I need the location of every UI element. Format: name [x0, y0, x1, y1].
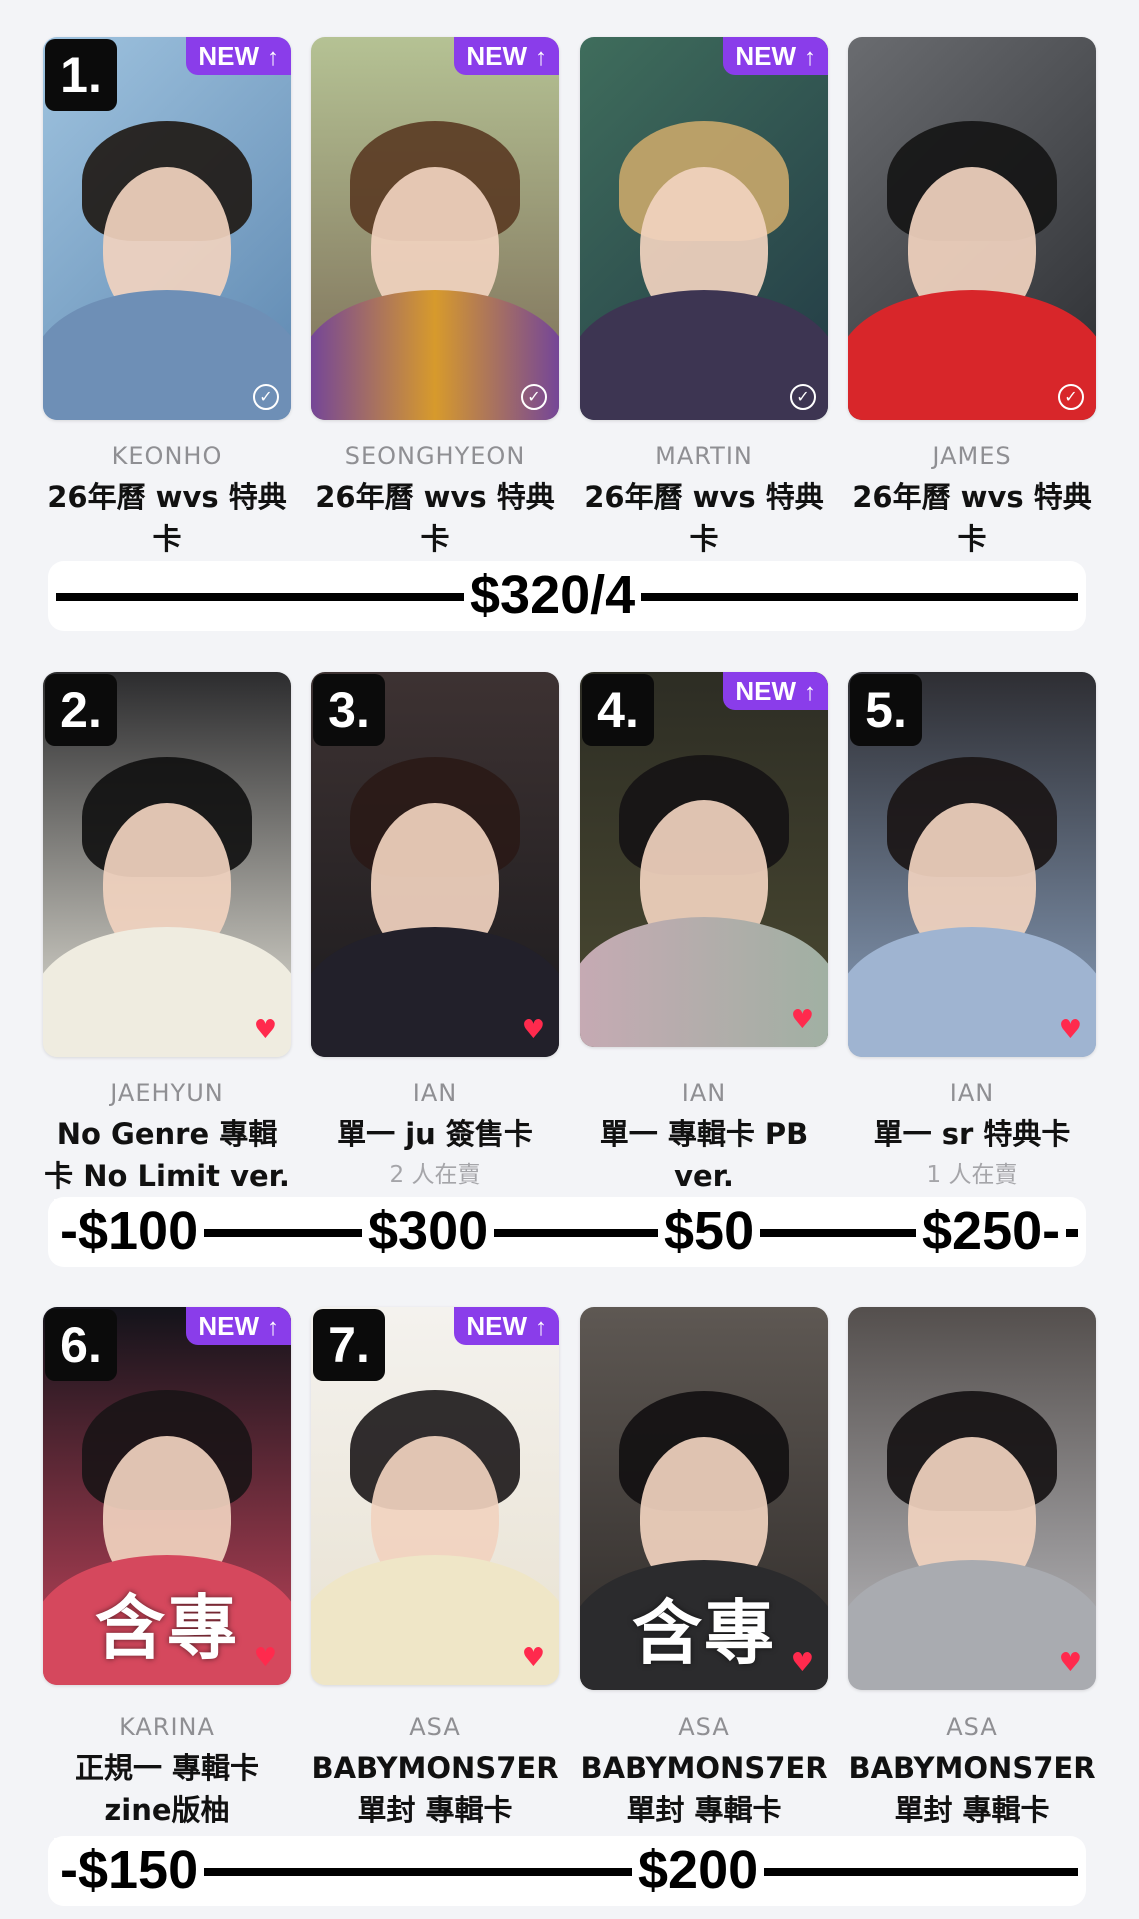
- rank-badge: 3.: [313, 674, 385, 746]
- member-name: KARINA: [119, 1713, 215, 1741]
- heart-icon[interactable]: ♥: [522, 1017, 545, 1043]
- price-bar-row1: $320/4: [48, 561, 1086, 631]
- heart-icon[interactable]: ♥: [1059, 1017, 1082, 1043]
- card-title: 單一 sr 特典卡: [873, 1117, 1071, 1151]
- check-circle-icon[interactable]: ✓: [790, 384, 816, 410]
- rank-badge: 2.: [45, 674, 117, 746]
- card-title: 單一 專輯卡 PB ver.: [599, 1117, 809, 1193]
- photocard-image: 5. ♥: [848, 672, 1096, 1057]
- photocard-item[interactable]: 含專 ♥ ASA BABYMONS7ER 單封 專輯卡: [580, 1307, 828, 1831]
- photocard-image: 4. NEW ↑ ♥: [580, 672, 828, 1047]
- new-badge: NEW ↑: [723, 672, 828, 710]
- photocard-image: NEW ↑ ✓: [311, 37, 559, 420]
- photocard-image: 3. ♥: [311, 672, 559, 1057]
- photocard-image: 2. ♥: [43, 672, 291, 1057]
- member-name: ASA: [946, 1713, 998, 1741]
- rank-badge: 4.: [582, 674, 654, 746]
- check-circle-icon[interactable]: ✓: [253, 384, 279, 410]
- photocard-image: 7. NEW ↑ ♥: [311, 1307, 559, 1685]
- price-label: $300: [362, 1199, 495, 1263]
- photocard-item[interactable]: 3. ♥ IAN 單一 ju 簽售卡 2 人在賣: [311, 672, 559, 1189]
- card-title: 單一 ju 簽售卡: [337, 1117, 533, 1151]
- card-title: 26年曆 wvs 特典卡: [852, 480, 1092, 556]
- photocard-item[interactable]: NEW ↑ ✓ MARTIN 26年曆 wvs 特典卡: [580, 37, 828, 560]
- arrow-up-icon: ↑: [804, 44, 816, 71]
- photocard-image: 含專 ♥: [580, 1307, 828, 1690]
- member-name: IAN: [412, 1079, 458, 1107]
- new-badge: NEW ↑: [186, 37, 291, 75]
- member-name: JAEHYUN: [110, 1079, 224, 1107]
- member-name: IAN: [681, 1079, 727, 1107]
- photocard-image: ♥: [848, 1307, 1096, 1690]
- member-name: SEONGHYEON: [344, 442, 526, 470]
- member-name: MARTIN: [655, 442, 753, 470]
- card-title: BABYMONS7ER 單封 專輯卡: [311, 1751, 559, 1827]
- card-title: BABYMONS7ER 單封 專輯卡: [848, 1751, 1096, 1827]
- photocard-image: 1. NEW ↑ ✓: [43, 37, 291, 420]
- check-circle-icon[interactable]: ✓: [1058, 384, 1084, 410]
- heart-icon[interactable]: ♥: [791, 1650, 814, 1676]
- seller-count: 2 人在賣: [389, 1162, 481, 1188]
- photocard-item[interactable]: 1. NEW ↑ ✓ KEONHO 26年曆 wvs 特典卡: [43, 37, 291, 560]
- heart-icon[interactable]: ♥: [254, 1645, 277, 1671]
- new-badge: NEW ↑: [186, 1307, 291, 1345]
- price-label: -$150: [54, 1838, 205, 1902]
- rank-badge: 7.: [313, 1309, 385, 1381]
- card-title: 26年曆 wvs 特典卡: [47, 480, 287, 556]
- member-name: ASA: [678, 1713, 730, 1741]
- price-label: $250-: [916, 1199, 1067, 1263]
- arrow-up-icon: ↑: [804, 679, 816, 706]
- photocard-item[interactable]: 6. NEW ↑ 含專 ♥ KARINA 正規一 專輯卡 zine版柚: [43, 1307, 291, 1831]
- heart-icon[interactable]: ♥: [791, 1007, 814, 1033]
- photocard-item[interactable]: 7. NEW ↑ ♥ ASA BABYMONS7ER 單封 專輯卡: [311, 1307, 559, 1831]
- price-label: -$100: [54, 1199, 205, 1263]
- new-badge: NEW ↑: [723, 37, 828, 75]
- heart-icon[interactable]: ♥: [522, 1645, 545, 1671]
- card-title: BABYMONS7ER 單封 專輯卡: [580, 1751, 828, 1827]
- arrow-up-icon: ↑: [535, 1314, 547, 1341]
- price-bar-row2: -$100 $300 $50 $250-: [48, 1197, 1086, 1267]
- member-name: IAN: [949, 1079, 995, 1107]
- price-label: $200: [632, 1838, 765, 1902]
- photocard-item[interactable]: ♥ ASA BABYMONS7ER 單封 專輯卡: [848, 1307, 1096, 1831]
- arrow-up-icon: ↑: [535, 44, 547, 71]
- new-badge: NEW ↑: [454, 1307, 559, 1345]
- photocard-image: 6. NEW ↑ 含專 ♥: [43, 1307, 291, 1685]
- card-title: 26年曆 wvs 特典卡: [584, 480, 824, 556]
- photocard-image: NEW ↑ ✓: [580, 37, 828, 420]
- photocard-image: ✓: [848, 37, 1096, 420]
- photocard-item[interactable]: 5. ♥ IAN 單一 sr 特典卡 1 人在賣: [848, 672, 1096, 1189]
- arrow-up-icon: ↑: [267, 44, 279, 71]
- heart-icon[interactable]: ♥: [1059, 1650, 1082, 1676]
- photocard-price-sheet: 1. NEW ↑ ✓ KEONHO 26年曆 wvs 特典卡 NEW ↑ ✓ SEO…: [0, 0, 1139, 1919]
- photocard-item[interactable]: NEW ↑ ✓ SEONGHYEON 26年曆 wvs 特典卡: [311, 37, 559, 560]
- rank-badge: 5.: [850, 674, 922, 746]
- price-label: $50: [658, 1199, 761, 1263]
- member-name: JAMES: [932, 442, 1012, 470]
- member-name: KEONHO: [111, 442, 223, 470]
- arrow-up-icon: ↑: [267, 1314, 279, 1341]
- check-circle-icon[interactable]: ✓: [521, 384, 547, 410]
- price-label: $320/4: [464, 563, 642, 627]
- heart-icon[interactable]: ♥: [254, 1017, 277, 1043]
- photocard-item[interactable]: 4. NEW ↑ ♥ IAN 單一 專輯卡 PB ver.: [580, 672, 828, 1197]
- seller-count: 1 人在賣: [926, 1162, 1018, 1188]
- photocard-item[interactable]: 2. ♥ JAEHYUN No Genre 專輯卡 No Limit ver.: [43, 672, 291, 1197]
- new-badge: NEW ↑: [454, 37, 559, 75]
- member-name: ASA: [409, 1713, 461, 1741]
- price-divider-line: [56, 1868, 1078, 1876]
- price-bar-row3: -$150 $200: [48, 1836, 1086, 1906]
- card-title: 正規一 專輯卡 zine版柚: [74, 1751, 260, 1827]
- photocard-item[interactable]: ✓ JAMES 26年曆 wvs 特典卡: [848, 37, 1096, 560]
- card-title: 26年曆 wvs 特典卡: [315, 480, 555, 556]
- rank-badge: 1.: [45, 39, 117, 111]
- card-title: No Genre 專輯卡 No Limit ver.: [44, 1117, 290, 1193]
- rank-badge: 6.: [45, 1309, 117, 1381]
